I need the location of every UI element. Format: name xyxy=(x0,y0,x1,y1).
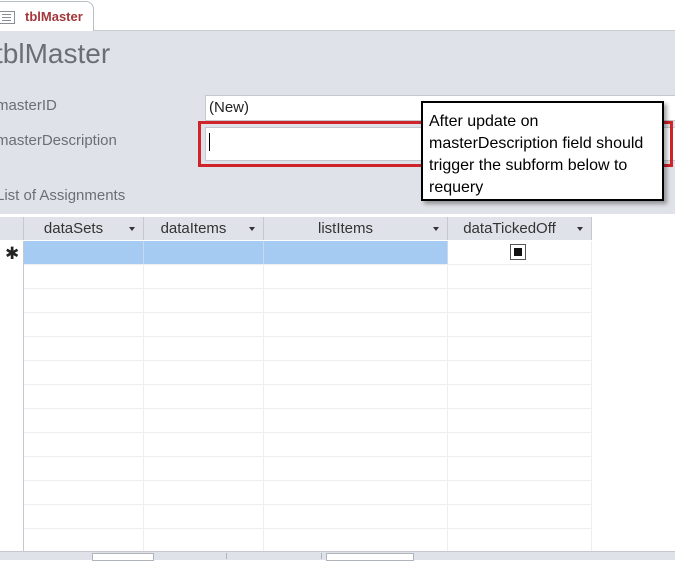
chevron-down-icon[interactable] xyxy=(577,227,583,231)
grid-line xyxy=(24,312,592,313)
text-cursor xyxy=(209,133,210,151)
select-all-corner[interactable] xyxy=(0,217,24,240)
nav-separator xyxy=(321,553,322,559)
grid-line xyxy=(24,528,592,529)
grid-line xyxy=(24,480,592,481)
master-id-label: masterID xyxy=(0,97,57,114)
subform-label: List of Assignments xyxy=(0,187,126,204)
new-row-listitems-cell[interactable] xyxy=(264,241,448,264)
master-description-label: masterDescription xyxy=(0,132,117,149)
grid-line xyxy=(24,384,592,385)
form-icon xyxy=(0,11,15,24)
chevron-down-icon[interactable] xyxy=(433,227,439,231)
chevron-down-icon[interactable] xyxy=(249,227,255,231)
new-record-icon: ✱ xyxy=(5,244,20,263)
grid-line xyxy=(24,456,592,457)
grid-line xyxy=(24,336,592,337)
form-title: tblMaster xyxy=(0,38,111,69)
nav-separator xyxy=(226,553,227,559)
grid-line xyxy=(24,288,592,289)
chevron-down-icon[interactable] xyxy=(129,227,135,231)
column-header-listitems[interactable]: listItems xyxy=(264,217,448,240)
new-row-dataitems-cell[interactable] xyxy=(144,241,264,264)
tab-label: tblMaster xyxy=(25,9,83,24)
document-tab-strip xyxy=(0,0,675,31)
tab-tblmaster[interactable]: tblMaster xyxy=(0,1,94,31)
search-box[interactable] xyxy=(326,553,414,561)
new-row-datasets-cell[interactable] xyxy=(24,241,144,264)
grid-line xyxy=(24,408,592,409)
column-header-datasets[interactable]: dataSets xyxy=(24,217,144,240)
column-header-label: dataSets xyxy=(43,220,104,237)
annotation-callout: After update on masterDescription field … xyxy=(421,101,664,201)
ticked-off-checkbox[interactable] xyxy=(510,244,526,260)
master-id-value: (New) xyxy=(209,99,249,116)
record-selector-column[interactable] xyxy=(0,241,24,551)
column-header-label: dataItems xyxy=(160,220,227,237)
grid-line xyxy=(24,360,592,361)
column-header-label: dataTickedOff xyxy=(463,220,556,237)
column-header-dataitems[interactable]: dataItems xyxy=(144,217,264,240)
column-header-datatickedoff[interactable]: dataTickedOff xyxy=(448,217,592,240)
record-number-box[interactable] xyxy=(92,553,154,561)
grid-line xyxy=(24,504,592,505)
grid-line xyxy=(24,264,592,265)
column-header-label: listItems xyxy=(317,220,373,237)
grid-line xyxy=(24,432,592,433)
